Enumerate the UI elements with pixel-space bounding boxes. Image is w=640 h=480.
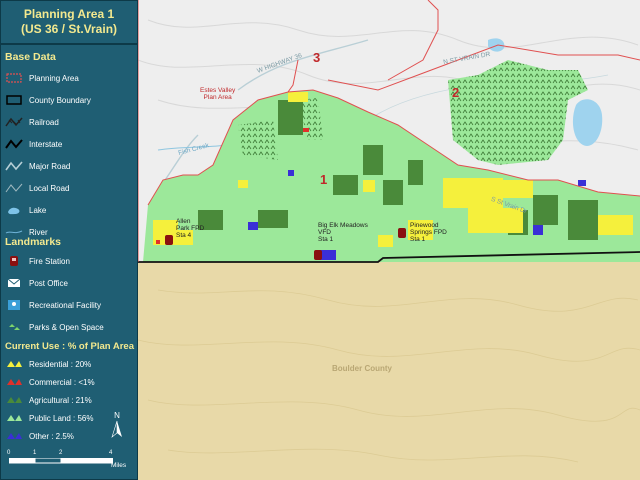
title-line-2: (US 36 / St.Vrain) [20, 22, 118, 36]
north-arrow-icon [111, 420, 122, 438]
north-label: N [114, 411, 120, 420]
fire-station-icon [5, 255, 23, 267]
label-line: Park FPD [176, 225, 205, 232]
scale-tick-2: 2 [59, 450, 63, 456]
legend-item-commercial: Commercial : <1% [5, 375, 95, 389]
fire-station-icon[interactable] [165, 235, 173, 245]
area-number-3: 3 [313, 50, 321, 65]
legend-item-local-road: Local Road [5, 181, 69, 195]
legend-item-major-road: Major Road [5, 159, 70, 173]
commercial-swatch [5, 376, 23, 388]
legend-label: Lake [29, 205, 47, 215]
legend-item-residential: Residential : 20% [5, 357, 91, 371]
scale-tick-1: 1 [33, 450, 37, 456]
legend-label: Recreational Facility [29, 300, 102, 310]
label-line: Allen [176, 218, 191, 225]
other-swatch [5, 430, 23, 442]
estes-valley-label: Estes Valley Plan Area [200, 87, 235, 101]
allenspark-fire-label: Allen Park FPD Sta 4 [176, 218, 204, 239]
map-view[interactable]: 1 2 3 Estes Valley Plan Area Allen Park … [138, 0, 640, 480]
residential-swatch [5, 358, 23, 370]
legend-label: Public Land : 56% [29, 413, 94, 423]
legend-label: Railroad [29, 117, 59, 127]
label-line: Plan Area [203, 94, 232, 101]
post-office-icon [5, 277, 23, 289]
lake-icon [5, 204, 23, 216]
legend-label: Parks & Open Space [29, 322, 104, 332]
scale-unit: Miles [111, 462, 127, 469]
label-line: Estes Valley [200, 87, 236, 94]
legend-label: Interstate [29, 139, 63, 149]
legend-label: Commercial : <1% [29, 377, 95, 387]
legend-panel: Planning Area 1 (US 36 / St.Vrain) Base … [0, 0, 138, 480]
legend-item-county-boundary: County Boundary [5, 93, 91, 107]
legend-item-interstate: Interstate [5, 137, 62, 151]
label-line: Big Elk Meadows [318, 222, 368, 229]
base-data-heading: Base Data [5, 51, 56, 63]
legend-item-planning-area: Planning Area [5, 71, 79, 85]
railroad-icon [5, 116, 23, 128]
label-line: VFD [318, 229, 331, 236]
landmarks-heading: Landmarks [5, 236, 62, 248]
label-line: Sta 1 [410, 236, 426, 243]
scale-tick-0: 0 [7, 450, 11, 456]
label-line: Pinewood [410, 222, 439, 229]
legend-label: Major Road [29, 161, 71, 171]
label-line: Sta 1 [318, 236, 334, 243]
legend-item-recreation: Recreational Facility [5, 298, 101, 312]
pinewood-fire-label: Pinewood Springs FPD Sta 1 [410, 222, 447, 243]
county-label: Boulder County [332, 364, 392, 373]
agricultural-swatch [5, 394, 23, 406]
big-elk-fire-label: Big Elk Meadows VFD Sta 1 [318, 222, 368, 243]
planning-area-icon [5, 72, 23, 84]
legend-label: Local Road [29, 183, 70, 193]
legend-item-agricultural: Agricultural : 21% [5, 393, 92, 407]
parks-icon [5, 321, 23, 333]
legend-title: Planning Area 1 (US 36 / St.Vrain) [1, 1, 137, 45]
area-number-1: 1 [320, 172, 328, 187]
legend-item-fire-station: Fire Station [5, 254, 70, 268]
current-use-heading: Current Use : % of Plan Area [5, 341, 134, 352]
label-line: Sta 4 [176, 232, 192, 239]
legend-item-post-office: Post Office [5, 276, 68, 290]
scale-bar: 0 1 2 4 Miles [7, 450, 135, 477]
legend-label: Planning Area [29, 73, 79, 83]
legend-item-lake: Lake [5, 203, 46, 217]
scale-bar-graphic [9, 458, 113, 464]
legend-label: Agricultural : 21% [29, 395, 92, 405]
legend-item-railroad: Railroad [5, 115, 59, 129]
legend-label: Fire Station [29, 256, 70, 266]
interstate-icon [5, 138, 23, 150]
area-number-2: 2 [452, 85, 460, 100]
legend-label: County Boundary [29, 95, 91, 105]
legend-label: Residential : 20% [29, 359, 92, 369]
county-boundary-icon [5, 94, 23, 106]
scale-tick-4: 4 [109, 450, 113, 456]
fire-station-icon[interactable] [314, 250, 322, 260]
north-arrow: N [110, 411, 124, 443]
park-parcel [238, 120, 278, 160]
label-line: Springs FPD [410, 229, 447, 236]
major-road-icon [5, 160, 23, 172]
legend-item-other: Other : 2.5% [5, 429, 74, 443]
recreation-icon [5, 299, 23, 311]
map-canvas [138, 0, 640, 480]
legend-label: Post Office [29, 278, 68, 288]
legend-item-public-land: Public Land : 56% [5, 411, 94, 425]
legend-label: Other : 2.5% [29, 431, 74, 441]
public-land-swatch [5, 412, 23, 424]
legend-item-parks: Parks & Open Space [5, 320, 104, 334]
fire-station-icon[interactable] [398, 228, 406, 238]
local-road-icon [5, 182, 23, 194]
title-line-1: Planning Area 1 [23, 7, 115, 21]
